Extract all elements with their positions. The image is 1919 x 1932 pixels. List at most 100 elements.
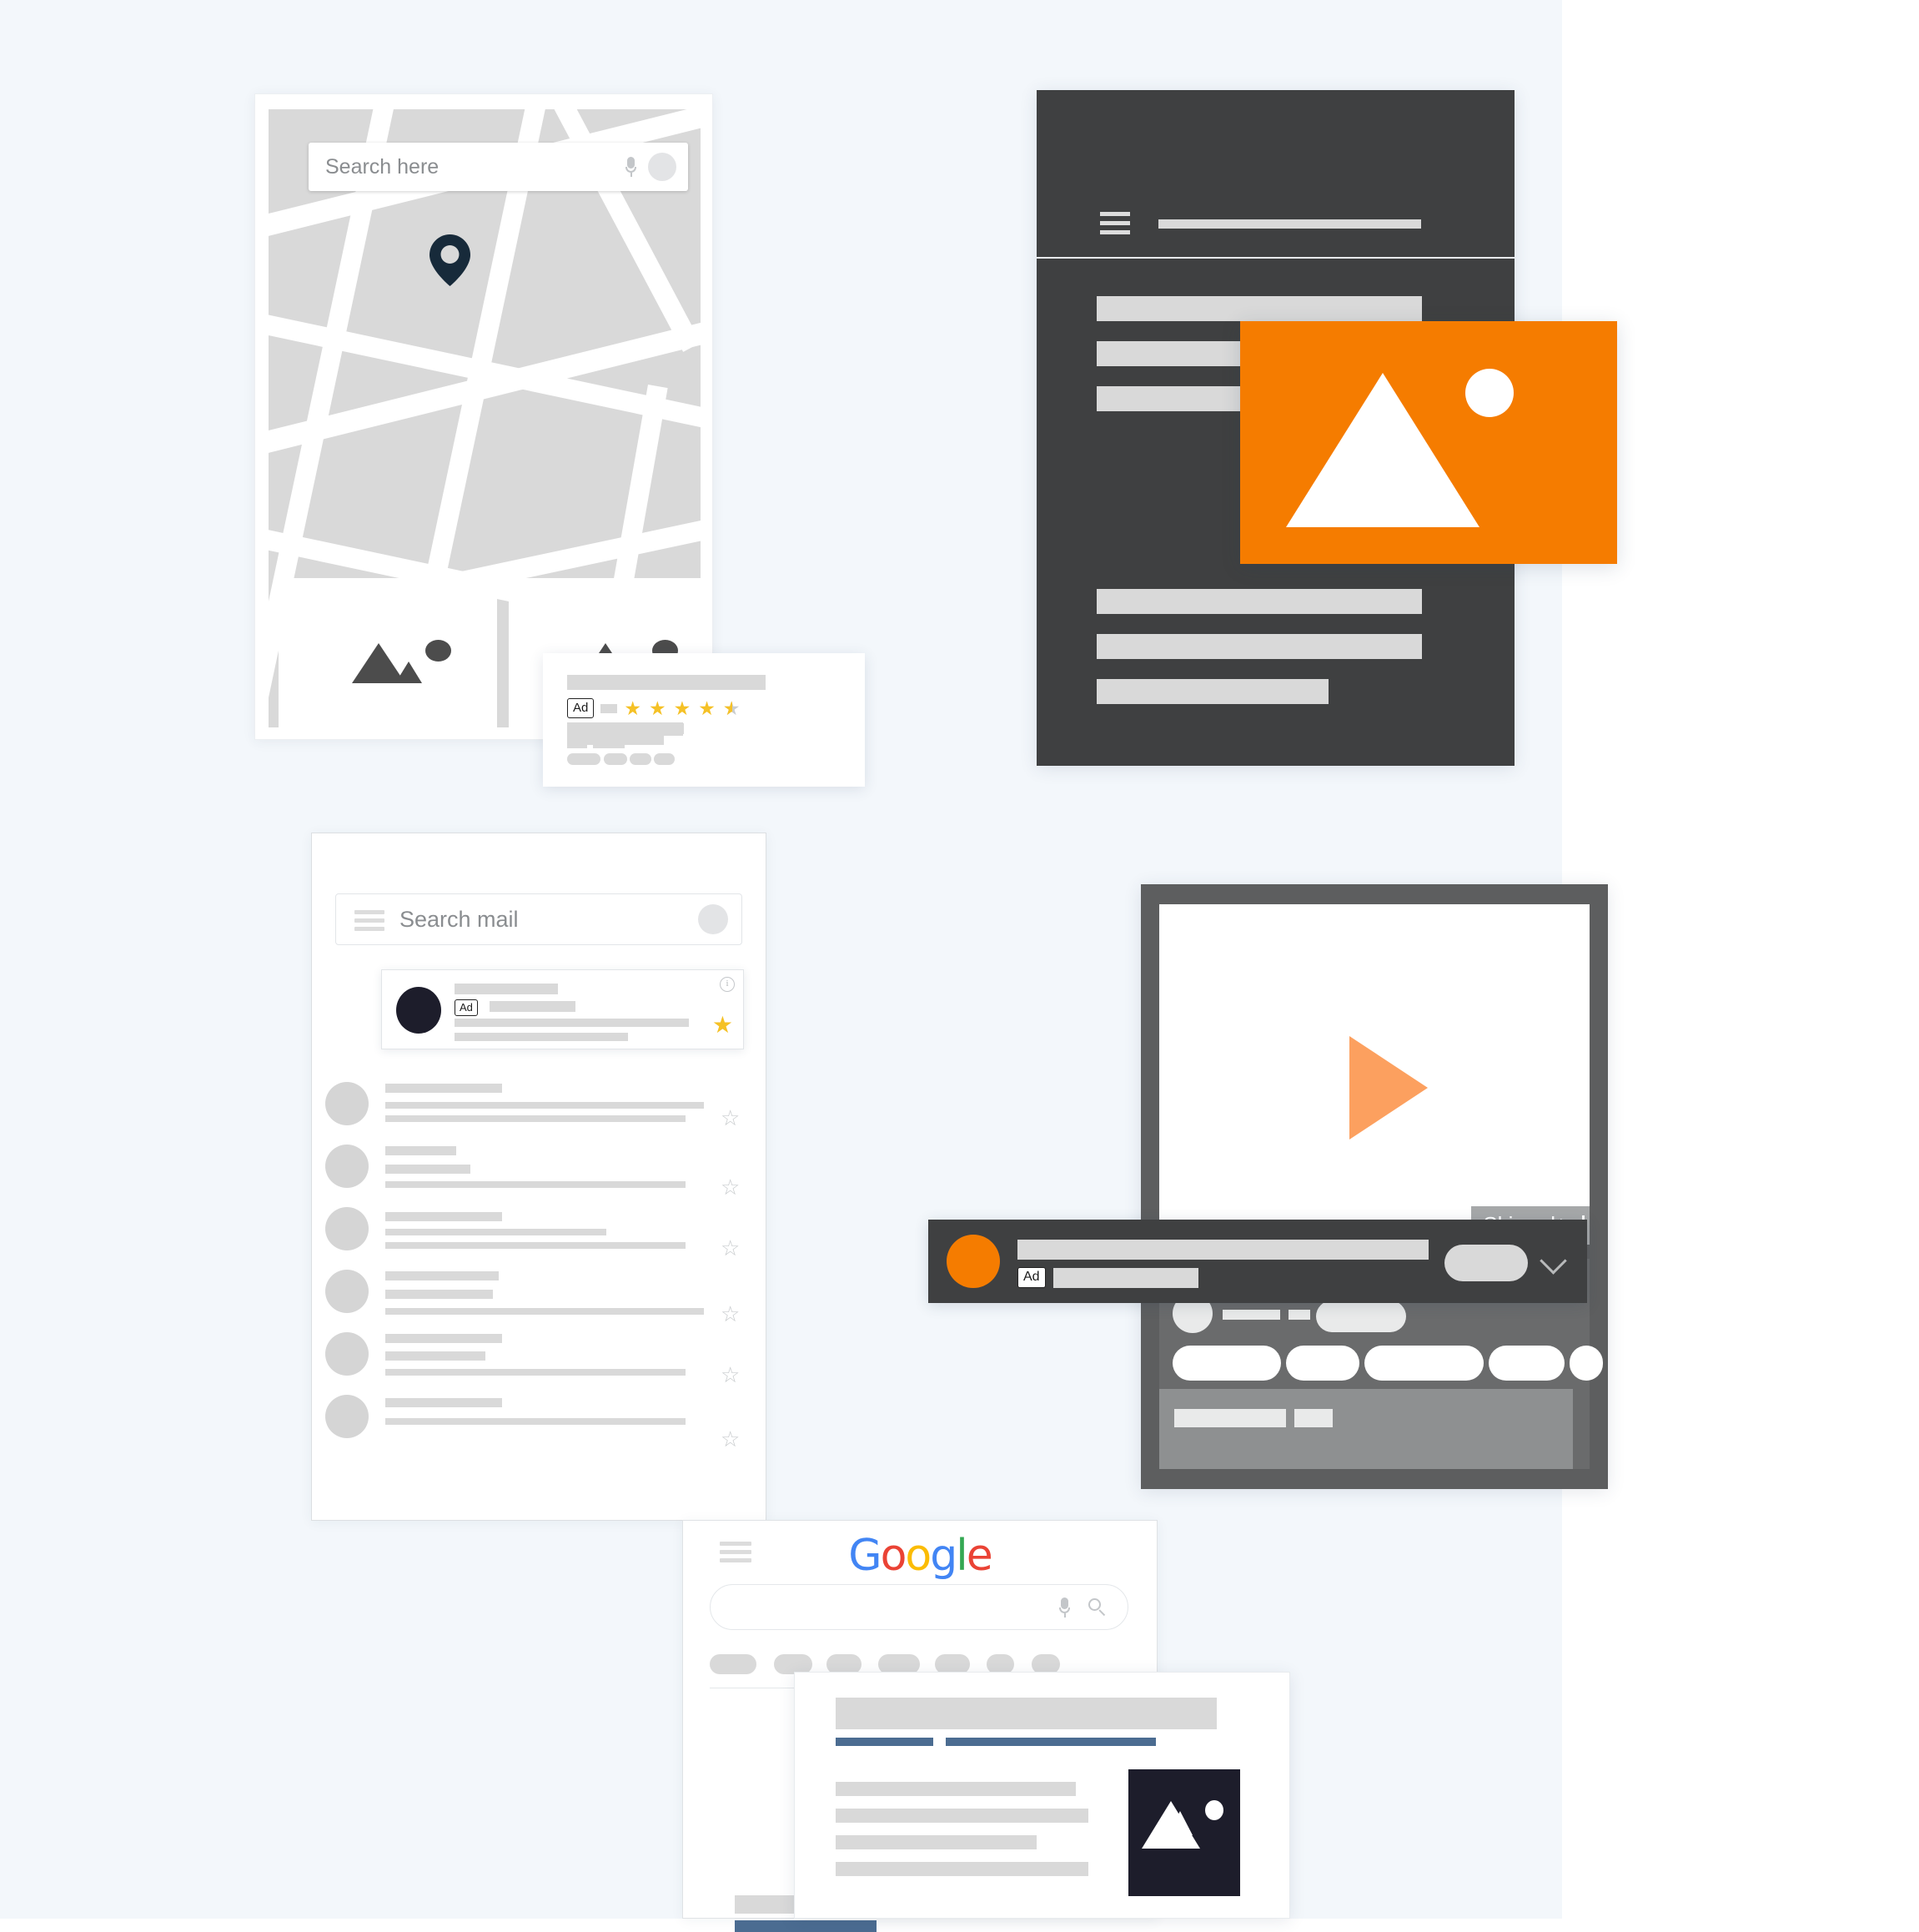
article-title-placeholder (1158, 219, 1421, 229)
page-background-right (1562, 0, 1919, 1919)
result-thumbnail[interactable] (1128, 1769, 1240, 1896)
star-outline-icon[interactable]: ☆ (721, 1364, 740, 1386)
video-chip[interactable] (1173, 1346, 1281, 1381)
article-paragraph-line (1097, 589, 1422, 614)
result-snippet-line (836, 1835, 1037, 1849)
ad-snippet-line (455, 1019, 689, 1027)
ad-badge: Ad (455, 999, 478, 1016)
row-snippet-placeholder (385, 1115, 686, 1122)
account-avatar[interactable] (648, 153, 676, 181)
ad-action-chip[interactable] (654, 753, 675, 765)
video-ad-overlay[interactable]: Ad (928, 1220, 1587, 1303)
image-placeholder-icon (1168, 1811, 1193, 1835)
ad-cta-button[interactable] (1444, 1245, 1528, 1281)
mail-search-bar[interactable]: Search mail (335, 893, 742, 945)
shortcut-chip[interactable] (710, 1654, 756, 1674)
play-button-icon[interactable] (1349, 1036, 1428, 1140)
ad-badge: Ad (1017, 1267, 1046, 1288)
map-canvas[interactable]: Search here (269, 109, 701, 727)
row-sender-placeholder (385, 1334, 502, 1343)
hamburger-menu-icon[interactable] (1100, 212, 1130, 234)
list-item[interactable]: ☆ (312, 1207, 767, 1259)
subscribe-button[interactable] (1316, 1301, 1406, 1332)
video-chip[interactable] (1489, 1346, 1565, 1381)
display-banner-ad[interactable] (1240, 321, 1617, 564)
row-subject-placeholder (385, 1165, 470, 1174)
search-icon[interactable] (1088, 1598, 1106, 1617)
row-subject-placeholder (385, 1229, 606, 1235)
row-snippet-placeholder (385, 1181, 686, 1188)
microphone-icon[interactable] (1059, 1597, 1070, 1618)
logo-letter-e: e (966, 1531, 993, 1581)
google-logo: Google (683, 1531, 1157, 1581)
video-chip[interactable] (1286, 1346, 1359, 1381)
star-outline-icon[interactable]: ☆ (721, 1107, 740, 1129)
list-item[interactable]: ☆ (312, 1270, 767, 1325)
row-sender-placeholder (385, 1271, 499, 1280)
map-search-input[interactable]: Search here (325, 155, 625, 179)
hamburger-menu-icon[interactable] (354, 910, 384, 931)
ad-action-chip[interactable] (630, 753, 651, 765)
list-item[interactable]: ☆ (312, 1082, 767, 1129)
mail-ad-row[interactable]: i Ad ★ (381, 969, 744, 1049)
mail-search-input[interactable]: Search mail (399, 907, 698, 933)
ad-badge: Ad (567, 698, 595, 718)
info-icon[interactable]: i (720, 977, 735, 992)
image-placeholder-icon (1367, 407, 1437, 475)
sender-avatar (325, 1207, 369, 1250)
list-item[interactable]: ☆ (312, 1395, 767, 1450)
google-search-input[interactable] (710, 1584, 1128, 1630)
star-outline-icon[interactable]: ☆ (721, 1176, 740, 1198)
footer-link-placeholder[interactable] (735, 1920, 877, 1932)
ad-subject-placeholder (455, 984, 558, 994)
map-search-bar[interactable]: Search here (309, 143, 688, 191)
row-snippet-placeholder (385, 1242, 686, 1249)
star-filled-icon[interactable]: ★ (712, 1014, 733, 1037)
search-result-card[interactable] (794, 1672, 1290, 1919)
map-photo-card[interactable] (279, 578, 497, 727)
row-subject-placeholder (385, 1351, 485, 1361)
account-avatar[interactable] (698, 904, 728, 934)
chevron-down-icon[interactable] (1540, 1247, 1567, 1275)
video-chip[interactable] (1570, 1346, 1603, 1381)
image-placeholder-icon (1205, 1800, 1223, 1820)
logo-letter-o2: o (905, 1531, 932, 1581)
sender-avatar (325, 1145, 369, 1188)
row-snippet-placeholder (385, 1308, 704, 1315)
mail-app-panel[interactable]: Search mail i Ad ★ ☆ ☆ ☆ ☆ ☆ ☆ (311, 833, 766, 1521)
logo-letter-g2: g (930, 1531, 957, 1581)
list-item[interactable]: ☆ (312, 1145, 767, 1198)
ad-meta-left (567, 739, 587, 748)
video-chip[interactable] (1364, 1346, 1484, 1381)
ad-subtext-placeholder (1053, 1268, 1198, 1288)
sender-avatar (325, 1332, 369, 1376)
result-snippet-line (836, 1809, 1088, 1823)
result-link-segment[interactable] (946, 1738, 1156, 1746)
ad-action-chip[interactable] (604, 753, 627, 765)
ad-advertiser-placeholder (490, 1001, 575, 1012)
rating-star-half-icon: ★ (723, 699, 732, 719)
video-viewport[interactable]: Skip ad ▶ (1159, 904, 1590, 1245)
row-sender-placeholder (385, 1084, 502, 1093)
star-outline-icon[interactable]: ☆ (721, 1237, 740, 1259)
maps-app-panel[interactable]: Search here (254, 93, 713, 740)
row-sender-placeholder (385, 1146, 456, 1155)
ad-action-chip[interactable] (567, 753, 600, 765)
video-player-panel[interactable]: Skip ad ▶ (1141, 884, 1608, 1489)
result-title-placeholder (836, 1698, 1217, 1729)
related-title-placeholder (1174, 1409, 1286, 1427)
sender-avatar (325, 1270, 369, 1313)
star-outline-icon[interactable]: ☆ (721, 1428, 740, 1450)
result-snippet-line (836, 1862, 1088, 1876)
related-video-card[interactable] (1159, 1389, 1573, 1469)
local-ad-card[interactable]: Ad ★ ★ ★ ★ ★ ★ (543, 653, 865, 787)
logo-letter-g: G (848, 1531, 882, 1581)
result-link-segment[interactable] (836, 1738, 933, 1746)
row-subject-placeholder (385, 1102, 704, 1109)
list-item[interactable]: ☆ (312, 1332, 767, 1386)
microphone-icon[interactable] (625, 157, 636, 177)
logo-letter-o1: o (880, 1531, 907, 1581)
article-paragraph-line (1097, 634, 1422, 659)
star-outline-icon[interactable]: ☆ (721, 1303, 740, 1325)
channel-meta-placeholder (1289, 1310, 1310, 1320)
